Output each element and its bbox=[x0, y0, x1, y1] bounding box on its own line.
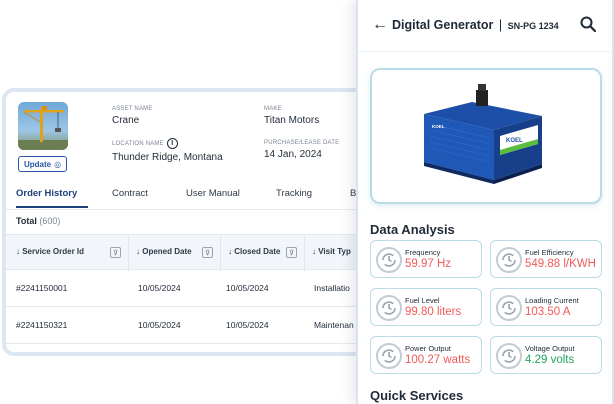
tab-contract[interactable]: Contract bbox=[112, 188, 148, 199]
col-visit-type[interactable]: ↓ Visit Typ bbox=[312, 247, 351, 256]
filter-icon[interactable]: ⊽ bbox=[110, 247, 121, 258]
make-value: Titan Motors bbox=[264, 115, 320, 126]
metric-label: Frequency bbox=[405, 248, 441, 257]
device-title: Digital Generator bbox=[392, 18, 494, 32]
table-row[interactable]: #2241150321 10/05/2024 10/05/2024 Mainte… bbox=[6, 307, 378, 344]
cell-order-id[interactable]: #2241150321 bbox=[16, 320, 67, 330]
metric-value: 103.50 A bbox=[525, 306, 571, 318]
tab-tracking[interactable]: Tracking bbox=[276, 188, 312, 199]
metric-label: Voltage Output bbox=[525, 344, 575, 353]
location-value: Thunder Ridge, Montana bbox=[112, 152, 223, 163]
cell-order-id[interactable]: #2241150001 bbox=[16, 283, 67, 293]
asset-tabs: Order History Contract User Manual Track… bbox=[6, 180, 378, 210]
cell-visit-type: Maintenan bbox=[314, 320, 354, 330]
generator-image-card: KOEL KOEL bbox=[370, 68, 602, 204]
gauge-icon bbox=[496, 343, 522, 369]
asset-photo bbox=[18, 102, 68, 150]
gauge-icon bbox=[376, 295, 402, 321]
cell-opened-date: 10/05/2024 bbox=[138, 320, 181, 330]
update-photo-button[interactable]: Update ◎ bbox=[18, 156, 68, 172]
location-field: LOCATION NAME i Thunder Ridge, Montana bbox=[112, 138, 223, 163]
total-label: Total bbox=[16, 216, 37, 226]
asset-detail-card: Update ◎ ASSET NAME Crane MAKE Titan Mot… bbox=[2, 88, 382, 356]
camera-icon: ◎ bbox=[54, 159, 62, 169]
purchase-date-field: PURCHASE/LEASE DATE 14 Jan, 2024 bbox=[264, 140, 339, 160]
quick-services-title: Quick Services bbox=[370, 388, 464, 403]
table-row[interactable]: #2241150001 10/05/2024 10/05/2024 Instal… bbox=[6, 270, 378, 307]
device-detail-panel: ← Digital Generator | SN-PG 1234 KOEL KO… bbox=[356, 0, 614, 404]
metric-frequency[interactable]: Frequency 59.97 Hz bbox=[370, 240, 482, 278]
purchase-date-value: 14 Jan, 2024 bbox=[264, 149, 322, 160]
asset-header: Update ◎ ASSET NAME Crane MAKE Titan Mot… bbox=[6, 92, 378, 172]
title-separator: | bbox=[498, 18, 503, 32]
filter-icon[interactable]: ⊽ bbox=[286, 247, 297, 258]
column-divider bbox=[304, 235, 305, 271]
info-icon[interactable]: i bbox=[166, 138, 178, 149]
metric-fuel-level[interactable]: Fuel Level 99.80 liters bbox=[370, 288, 482, 326]
metric-loading-current[interactable]: Loading Current 103.50 A bbox=[490, 288, 602, 326]
data-analysis-title: Data Analysis bbox=[370, 222, 455, 237]
location-label: LOCATION NAME bbox=[112, 140, 164, 147]
gauge-icon bbox=[376, 343, 402, 369]
metric-label: Power Output bbox=[405, 344, 451, 353]
total-count: Total (600) bbox=[16, 216, 60, 226]
metric-fuel-efficiency[interactable]: Fuel Efficiency 549.88 l/KWH bbox=[490, 240, 602, 278]
total-value: (600) bbox=[39, 216, 61, 226]
metric-value: 99.80 liters bbox=[405, 306, 462, 318]
metric-label: Fuel Efficiency bbox=[525, 248, 574, 257]
asset-name-value: Crane bbox=[112, 115, 140, 126]
cell-opened-date: 10/05/2024 bbox=[138, 283, 181, 293]
page-title: Digital Generator | SN-PG 1234 bbox=[392, 18, 559, 32]
metric-value: 100.27 watts bbox=[405, 354, 471, 366]
asset-name-field: ASSET NAME Crane bbox=[112, 106, 153, 126]
svg-text:KOEL: KOEL bbox=[432, 124, 445, 129]
asset-name-label: ASSET NAME bbox=[112, 106, 153, 112]
metric-label: Loading Current bbox=[525, 296, 579, 305]
gauge-icon bbox=[496, 247, 522, 273]
cell-closed-date: 10/05/2024 bbox=[226, 283, 269, 293]
panel-header: ← Digital Generator | SN-PG 1234 bbox=[358, 0, 612, 52]
cell-visit-type: Installatio bbox=[314, 283, 350, 293]
generator-image: KOEL KOEL bbox=[424, 84, 542, 184]
tab-user-manual[interactable]: User Manual bbox=[186, 188, 240, 199]
column-divider bbox=[128, 235, 129, 271]
filter-icon[interactable]: ⊽ bbox=[202, 247, 213, 258]
service-order-table: ↓ Service Order Id ⊽ ↓ Opened Date ⊽ ↓ C… bbox=[6, 234, 378, 344]
make-field: MAKE Titan Motors bbox=[264, 106, 319, 126]
gauge-icon bbox=[376, 247, 402, 273]
col-service-order-id[interactable]: ↓ Service Order Id bbox=[16, 247, 84, 256]
col-opened-date[interactable]: ↓ Opened Date bbox=[136, 247, 192, 256]
brand-logo: KOEL bbox=[506, 138, 523, 144]
back-arrow-icon[interactable]: ← bbox=[372, 16, 388, 34]
tab-order-history[interactable]: Order History bbox=[16, 188, 77, 199]
metric-value: 59.97 Hz bbox=[405, 258, 452, 270]
purchase-date-label: PURCHASE/LEASE DATE bbox=[264, 140, 340, 146]
col-closed-date[interactable]: ↓ Closed Date bbox=[228, 247, 280, 256]
metric-value: 549.88 l/KWH bbox=[525, 258, 596, 270]
metric-value: 4.29 volts bbox=[525, 354, 575, 366]
make-label: MAKE bbox=[264, 106, 282, 112]
gauge-icon bbox=[496, 295, 522, 321]
cell-closed-date: 10/05/2024 bbox=[226, 320, 269, 330]
metric-power-output[interactable]: Power Output 100.27 watts bbox=[370, 336, 482, 374]
column-divider bbox=[220, 235, 221, 271]
metric-voltage-output[interactable]: Voltage Output 4.29 volts bbox=[490, 336, 602, 374]
active-tab-indicator bbox=[16, 206, 88, 208]
search-icon[interactable] bbox=[580, 16, 596, 32]
table-header: ↓ Service Order Id ⊽ ↓ Opened Date ⊽ ↓ C… bbox=[6, 234, 378, 271]
device-serial: SN-PG 1234 bbox=[507, 21, 559, 31]
metric-label: Fuel Level bbox=[405, 296, 440, 305]
update-label: Update bbox=[24, 159, 52, 169]
